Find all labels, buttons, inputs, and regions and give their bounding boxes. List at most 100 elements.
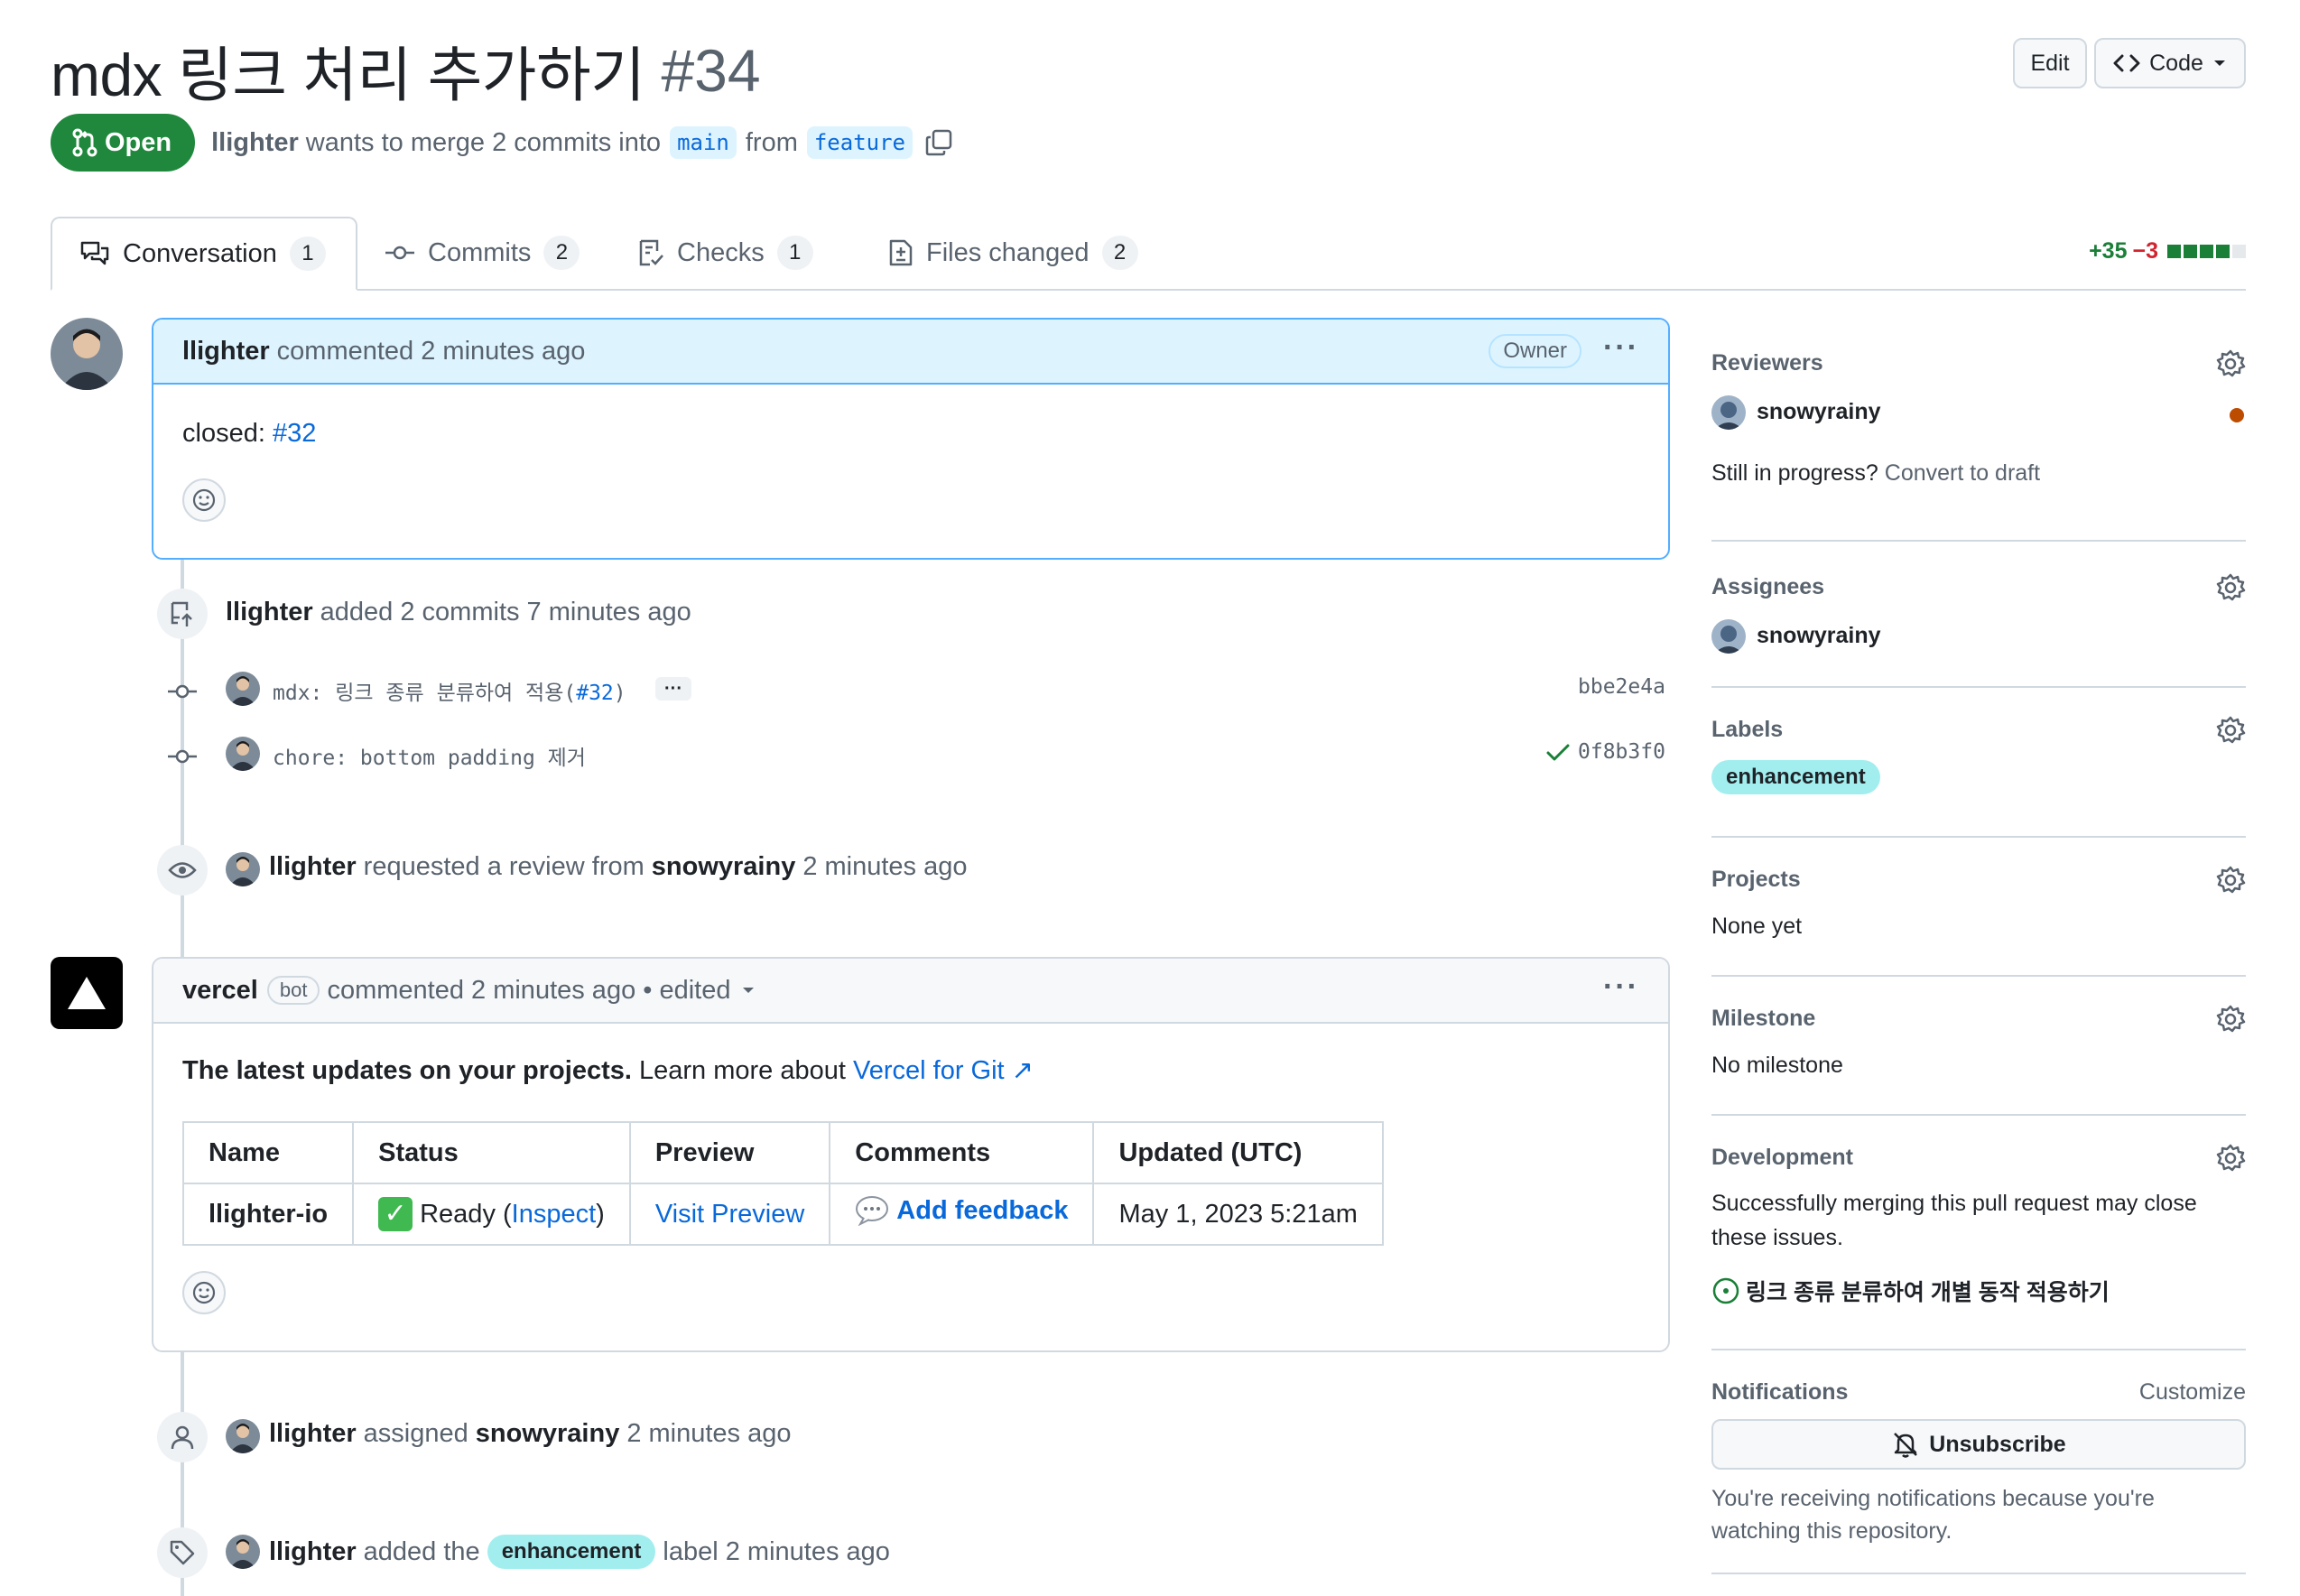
pr-title-row: mdx 링크 처리 추가하기 #34: [51, 25, 761, 116]
gear-icon[interactable]: [2215, 1143, 2246, 1174]
event-author[interactable]: llighter: [269, 1419, 357, 1449]
linked-issue[interactable]: 링크 종류 분류하여 개별 동작 적용하기: [1711, 1275, 2110, 1307]
comment-header: llighter commented 2 minutes ago Owner ·…: [153, 320, 1668, 385]
check-icon[interactable]: [1545, 742, 1571, 764]
tab-conversation[interactable]: Conversation 1: [51, 217, 357, 291]
gear-icon[interactable]: [2215, 715, 2246, 746]
sidebar-labels: Labels enhancement: [1711, 686, 2246, 838]
avatar[interactable]: [226, 1419, 260, 1453]
commit-message-text: chore: bottom padding 제거: [273, 747, 586, 770]
owner-badge: Owner: [1489, 334, 1581, 368]
merge-text: wants to merge 2 commits into: [305, 127, 662, 157]
pr-description-comment: llighter commented 2 minutes ago Owner ·…: [152, 318, 1670, 560]
tab-files-changed[interactable]: Files changed 2: [888, 217, 1138, 289]
gear-icon[interactable]: [2215, 348, 2246, 379]
comment-author[interactable]: vercel: [182, 976, 258, 1006]
event-time[interactable]: 2 minutes ago: [802, 852, 967, 882]
event-time[interactable]: 2 minutes ago: [626, 1419, 791, 1449]
pr-author-link[interactable]: llighter: [211, 128, 299, 158]
commit-sha[interactable]: 0f8b3f0: [1578, 740, 1665, 764]
unsubscribe-button[interactable]: Unsubscribe: [1711, 1419, 2246, 1470]
avatar[interactable]: [51, 318, 123, 390]
diffstat: +35 −3: [2089, 238, 2246, 264]
add-reaction-button[interactable]: [182, 1271, 226, 1314]
tag-icon: [169, 1539, 196, 1566]
commit-issue-link[interactable]: #32: [576, 682, 614, 705]
avatar[interactable]: [1711, 395, 1746, 430]
milestone-heading[interactable]: Milestone: [1711, 1006, 1815, 1032]
code-icon: [2113, 52, 2140, 74]
avatar[interactable]: [1711, 619, 1746, 654]
status-text: Ready (: [420, 1199, 512, 1229]
milestone-value: No milestone: [1711, 1053, 1843, 1078]
commit-sha[interactable]: bbe2e4a: [1578, 675, 1665, 699]
copy-icon[interactable]: [925, 129, 952, 156]
git-commit-icon: [168, 682, 197, 701]
bot-badge: bot: [266, 976, 320, 1005]
visit-preview-link[interactable]: Visit Preview: [655, 1200, 804, 1229]
vercel-intro-text: Learn more about: [639, 1056, 846, 1085]
issue-link[interactable]: #32: [273, 419, 316, 448]
avatar[interactable]: [226, 1535, 260, 1569]
vercel-for-git-link[interactable]: Vercel for Git ↗: [853, 1056, 1034, 1085]
status-cell: ✓ Ready (Inspect): [352, 1183, 631, 1246]
convert-to-draft-link[interactable]: Convert to draft: [1885, 460, 2040, 486]
add-feedback-link[interactable]: Add feedback: [896, 1196, 1068, 1226]
sidebar-notifications: Notifications Customize Unsubscribe You'…: [1711, 1349, 2246, 1574]
linked-issue-title[interactable]: 링크 종류 분류하여 개별 동작 적용하기: [1746, 1275, 2110, 1307]
sidebar-milestone: Milestone No milestone: [1711, 975, 2246, 1116]
head-branch[interactable]: feature: [806, 126, 914, 159]
expand-commit-button[interactable]: ···: [655, 677, 691, 701]
assigned-event: llighter assigned snowyrainy 2 minutes a…: [269, 1419, 792, 1449]
event-reviewer[interactable]: snowyrainy: [652, 852, 796, 882]
code-button[interactable]: Code: [2094, 38, 2246, 88]
avatar[interactable]: [226, 737, 260, 771]
notification-reason: You're receiving notifications because y…: [1711, 1486, 2155, 1544]
commit-message[interactable]: chore: bottom padding 제거: [273, 740, 586, 771]
labels-heading[interactable]: Labels: [1711, 717, 1783, 743]
event-suffix: label 2 minutes ago: [663, 1536, 890, 1566]
comment-header: vercel bot commented 2 minutes ago • edi…: [153, 959, 1668, 1024]
inspect-link[interactable]: Inspect: [512, 1200, 597, 1229]
comment-meta[interactable]: commented 2 minutes ago: [277, 337, 586, 367]
pr-number: #34: [661, 37, 761, 104]
deployments-table-wrap: Name Status Preview Comments Updated (UT…: [181, 1121, 1384, 1246]
comment-author[interactable]: llighter: [182, 337, 270, 367]
assignee-name[interactable]: snowyrainy: [1757, 623, 1881, 649]
kebab-menu-icon[interactable]: ···: [1603, 970, 1639, 1005]
commit-message[interactable]: mdx: 링크 종류 분류하여 적용(#32): [273, 675, 626, 706]
check-mark-button-icon: ✓: [378, 1197, 413, 1231]
gear-icon[interactable]: [2215, 572, 2246, 603]
event-text: requested a review from: [363, 852, 645, 881]
comment-meta[interactable]: commented 2 minutes ago • edited: [327, 976, 730, 1006]
base-branch[interactable]: main: [670, 126, 737, 159]
label-enhancement[interactable]: enhancement: [1711, 760, 1880, 794]
gear-icon[interactable]: [2215, 1004, 2246, 1035]
event-author[interactable]: llighter: [269, 1537, 357, 1567]
event-author[interactable]: llighter: [226, 598, 313, 627]
tab-commits[interactable]: Commits 2: [385, 217, 580, 289]
avatar[interactable]: [226, 852, 260, 886]
reviewers-heading[interactable]: Reviewers: [1711, 350, 1823, 376]
avatar[interactable]: [226, 672, 260, 706]
customize-link[interactable]: Customize: [2139, 1379, 2246, 1406]
table-header: Status: [352, 1121, 631, 1184]
kebab-menu-icon[interactable]: ···: [1603, 330, 1639, 366]
tab-checks[interactable]: Checks 1: [637, 217, 813, 289]
diffstat-bar: [2167, 245, 2246, 258]
add-reaction-button[interactable]: [182, 478, 226, 522]
development-heading[interactable]: Development: [1711, 1145, 1853, 1171]
edit-button[interactable]: Edit: [2013, 38, 2087, 88]
vercel-avatar[interactable]: [51, 957, 123, 1029]
event-author[interactable]: llighter: [269, 852, 357, 882]
label-enhancement[interactable]: enhancement: [487, 1535, 656, 1569]
assignees-heading[interactable]: Assignees: [1711, 574, 1824, 600]
gear-icon[interactable]: [2215, 865, 2246, 895]
event-assignee[interactable]: snowyrainy: [476, 1419, 620, 1449]
reviewer-name[interactable]: snowyrainy: [1757, 399, 1881, 425]
pr-tabs: Conversation 1 Commits 2 Checks 1 Files …: [51, 217, 2246, 291]
unsubscribe-label: Unsubscribe: [1929, 1431, 2066, 1457]
code-button-label: Code: [2149, 50, 2203, 76]
caret-down-icon[interactable]: [741, 986, 756, 995]
projects-heading[interactable]: Projects: [1711, 867, 1801, 893]
